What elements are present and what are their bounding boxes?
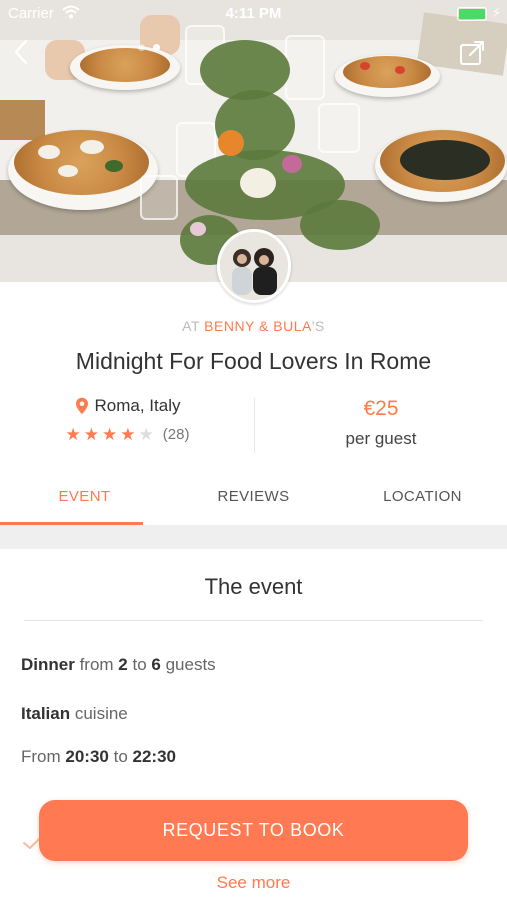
rating-count: (28) [162, 426, 190, 443]
section-divider [24, 620, 483, 621]
host-avatar[interactable] [217, 229, 291, 303]
see-more-link[interactable]: See more [0, 873, 507, 893]
battery-icon [457, 7, 487, 21]
star-filled-icon: ★ [83, 425, 100, 444]
hero-topping [360, 62, 370, 70]
hero-topping [80, 140, 104, 154]
hero-pizza [80, 48, 170, 82]
location-rating-block: Roma, Italy ★ ★ ★ ★ ★ (28) [0, 396, 255, 443]
page-dot-active [153, 44, 160, 51]
request-to-book-button[interactable]: REQUEST TO BOOK [39, 800, 468, 861]
guests-min: 2 [118, 655, 128, 674]
detail-text: cuisine [70, 704, 128, 723]
time-end: 22:30 [132, 747, 176, 766]
hero-glass [318, 103, 360, 153]
section-separator [0, 525, 507, 549]
hero-topping [58, 165, 78, 177]
share-icon [460, 41, 484, 65]
hero-topping [395, 66, 405, 74]
hero-flower [190, 222, 206, 236]
back-button[interactable] [12, 38, 40, 68]
tab-bar: EVENT REVIEWS LOCATION [0, 475, 507, 525]
tab-reviews[interactable]: REVIEWS [169, 475, 338, 525]
host-line: AT BENNY & BULA'S [0, 318, 507, 334]
detail-time: From 20:30 to 22:30 [21, 747, 176, 767]
tab-event[interactable]: EVENT [0, 475, 169, 525]
star-filled-icon: ★ [65, 425, 81, 444]
host-name-link[interactable]: BENNY & BULA [204, 318, 312, 334]
rating[interactable]: ★ ★ ★ ★ ★ (28) [0, 426, 255, 443]
star-filled-icon: ★ [120, 425, 136, 444]
detail-text: From [21, 747, 66, 766]
hero-greens [300, 200, 380, 250]
charging-icon: ⚡ [491, 5, 501, 20]
hero-flower [240, 168, 276, 198]
star-filled-icon: ★ [102, 425, 118, 444]
time-start: 20:30 [65, 747, 109, 766]
guests-max: 6 [151, 655, 161, 674]
detail-guests: Dinner from 2 to 6 guests [21, 655, 216, 675]
tab-location[interactable]: LOCATION [338, 475, 507, 525]
hero-pizza [343, 56, 431, 88]
hero-topping [38, 145, 60, 159]
event-title: Midnight For Food Lovers In Rome [75, 348, 432, 374]
price: €25 [363, 397, 399, 420]
hero-stool [0, 100, 45, 140]
share-button[interactable] [459, 40, 485, 66]
price-unit: per guest [345, 429, 417, 448]
chevron-left-icon [14, 39, 28, 65]
detail-text: to [127, 655, 152, 674]
host-suffix: 'S [311, 318, 325, 334]
meal-type: Dinner [21, 655, 75, 674]
price-block: €25 per guest [255, 397, 507, 449]
location-label: Roma, Italy [94, 396, 181, 415]
hero-glass [285, 35, 325, 100]
detail-text: guests [160, 655, 216, 674]
hero-pizza [14, 130, 149, 195]
detail-text: from [74, 655, 119, 674]
cuisine: Italian [21, 704, 71, 723]
hero-topping [400, 140, 490, 180]
hero-topping [105, 160, 123, 172]
star-empty-icon: ★ [138, 425, 154, 444]
location[interactable]: Roma, Italy [0, 396, 255, 416]
hero-glass [140, 175, 178, 220]
hero-flower [218, 130, 244, 156]
photo-page-indicator [138, 44, 160, 51]
detail-text: to [108, 747, 133, 766]
page-dot [138, 44, 145, 51]
section-title: The event [204, 574, 303, 599]
detail-cuisine: Italian cuisine [21, 704, 128, 724]
host-photo-icon [220, 232, 288, 300]
hero-flower [282, 155, 302, 173]
status-time: 4:11 PM [225, 5, 282, 22]
host-prefix: AT [182, 318, 205, 334]
status-bar: Carrier 4:11 PM ⚡ [0, 0, 507, 28]
location-pin-icon [75, 397, 88, 415]
